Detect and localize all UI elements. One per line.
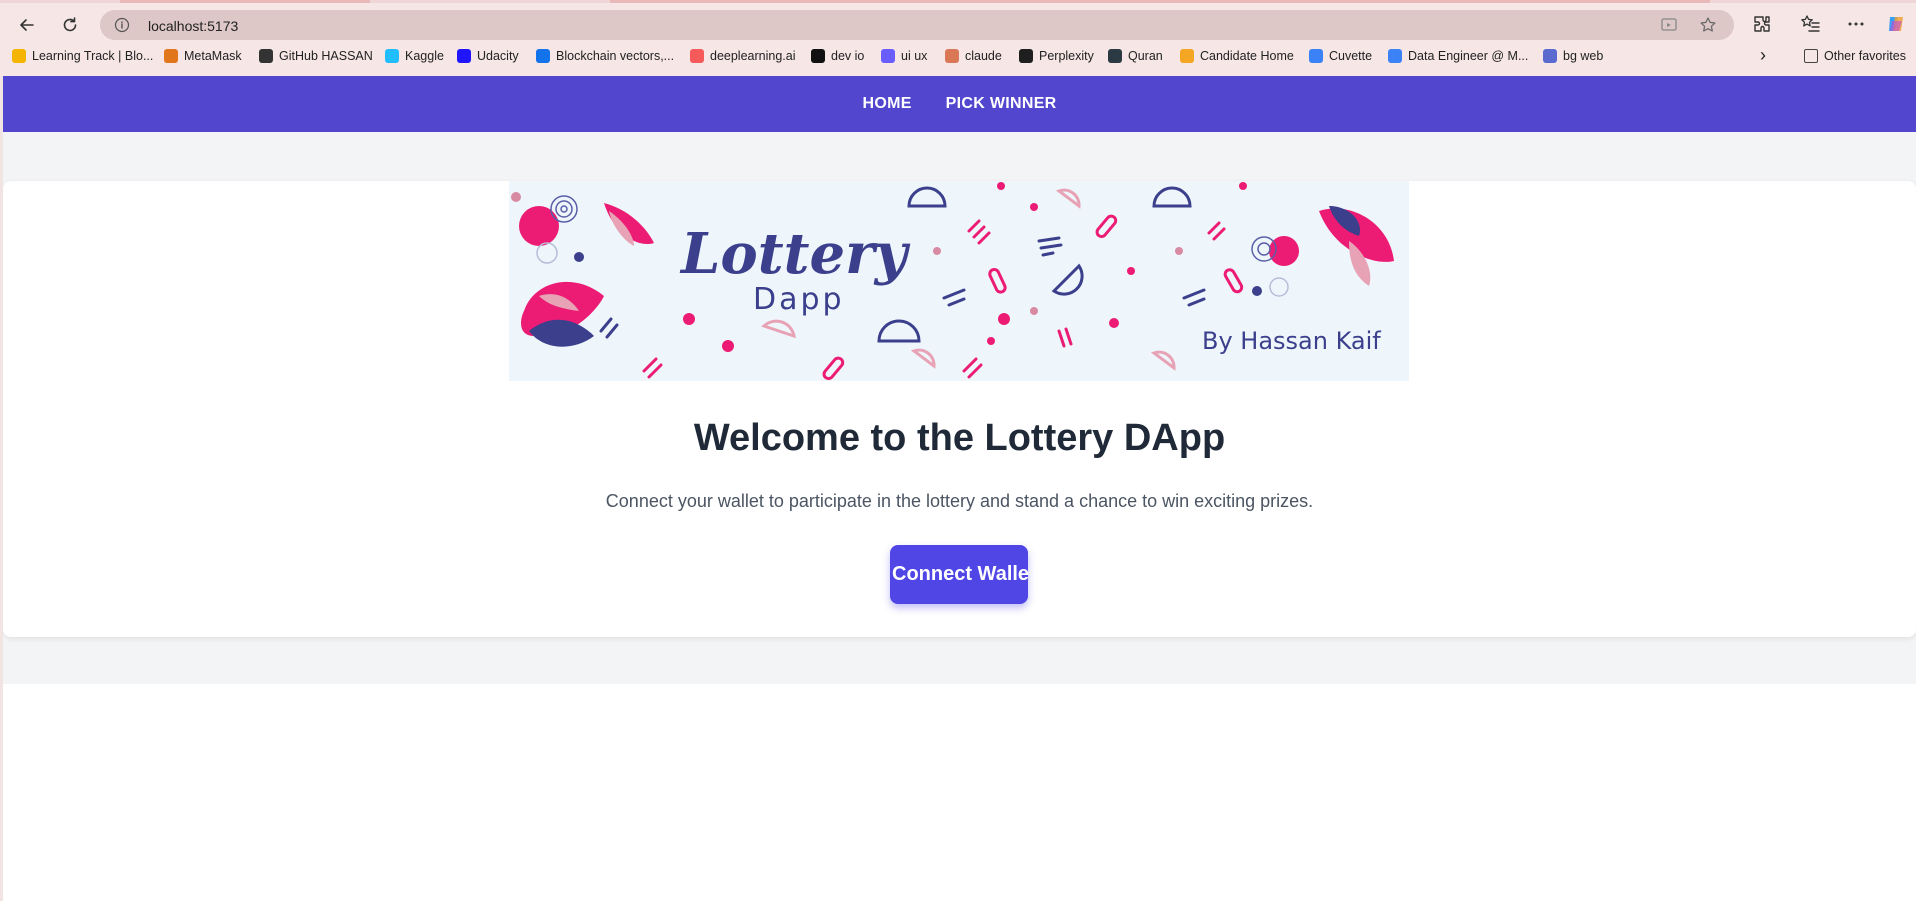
hash-icon bbox=[1543, 49, 1557, 63]
bookmark-item[interactable]: Quran bbox=[1108, 49, 1163, 63]
bookmark-item[interactable]: Learning Track | Blo... bbox=[12, 49, 153, 63]
bookmark-label: deeplearning.ai bbox=[710, 49, 796, 63]
deeplearning-icon bbox=[690, 49, 704, 63]
bookmark-label: Kaggle bbox=[405, 49, 444, 63]
bookmark-item[interactable]: dev io bbox=[811, 49, 864, 63]
extensions-icon[interactable] bbox=[1751, 13, 1773, 35]
favorites-icon[interactable] bbox=[1799, 13, 1821, 35]
reload-button[interactable] bbox=[55, 10, 85, 40]
bookmark-item[interactable]: deeplearning.ai bbox=[690, 49, 796, 63]
other-favorites-folder[interactable]: Other favorites bbox=[1804, 49, 1906, 63]
bookmark-item[interactable]: Cuvette bbox=[1309, 49, 1372, 63]
page-viewport: HOME PICK WINNER Lottery Dapp By Hassan … bbox=[3, 76, 1916, 901]
bookmark-label: Data Engineer @ M... bbox=[1408, 49, 1529, 63]
folder-icon bbox=[1804, 49, 1818, 63]
bookmark-label: ui ux bbox=[901, 49, 928, 63]
claude-icon bbox=[945, 49, 959, 63]
bookmark-item[interactable]: ui ux bbox=[881, 49, 927, 63]
bookmark-label: Udacity bbox=[477, 49, 519, 63]
browser-toolbar: localhost:5173 bbox=[0, 5, 1916, 41]
perplexity-icon bbox=[1019, 49, 1033, 63]
bookmark-item[interactable]: GitHub HASSAN bbox=[259, 49, 373, 63]
bookmarks-overflow-chevron-icon[interactable]: › bbox=[1760, 45, 1766, 66]
udacity-icon bbox=[457, 49, 471, 63]
lottery-banner-image: Lottery Dapp By Hassan Kaif bbox=[509, 181, 1409, 381]
bookmark-label: GitHub HASSAN bbox=[279, 49, 373, 63]
star-icon[interactable] bbox=[1699, 16, 1717, 34]
quran-icon bbox=[1108, 49, 1122, 63]
hero-card: Lottery Dapp By Hassan Kaif Welcome to t… bbox=[3, 181, 1916, 637]
more-options-icon[interactable] bbox=[1845, 13, 1867, 35]
site-info-icon[interactable] bbox=[114, 17, 130, 33]
bookmark-item[interactable]: Data Engineer @ M... bbox=[1388, 49, 1528, 63]
app-available-icon[interactable] bbox=[1660, 16, 1678, 34]
banner-title: Lottery bbox=[679, 221, 911, 287]
bookmark-label: Blockchain vectors,... bbox=[556, 49, 675, 63]
browser-chrome: localhost:5173 Learning Track | Blo... Me… bbox=[0, 0, 1916, 76]
top-navbar: HOME PICK WINNER bbox=[3, 76, 1916, 132]
chart-bars-icon bbox=[12, 49, 26, 63]
uiux-icon bbox=[881, 49, 895, 63]
bookmark-item[interactable]: Udacity bbox=[457, 49, 519, 63]
fox-icon bbox=[164, 49, 178, 63]
reload-icon bbox=[63, 17, 77, 32]
freepik-icon bbox=[536, 49, 550, 63]
bookmark-item[interactable]: Perplexity bbox=[1019, 49, 1094, 63]
welcome-heading: Welcome to the Lottery DApp bbox=[693, 417, 1226, 459]
kaggle-icon bbox=[385, 49, 399, 63]
doc-icon bbox=[1388, 49, 1402, 63]
workday-icon bbox=[1180, 49, 1194, 63]
nav-home-link[interactable]: HOME bbox=[862, 95, 911, 113]
bookmark-label: Quran bbox=[1128, 49, 1163, 63]
banner-subtitle: Dapp bbox=[753, 282, 845, 317]
nav-pick-winner-link[interactable]: PICK WINNER bbox=[946, 95, 1057, 113]
arrow-left-icon bbox=[20, 19, 34, 31]
bookmark-label: claude bbox=[965, 49, 1002, 63]
other-favorites-label: Other favorites bbox=[1824, 49, 1906, 63]
bookmark-item[interactable]: Kaggle bbox=[385, 49, 444, 63]
github-icon bbox=[259, 49, 273, 63]
bookmark-label: Perplexity bbox=[1039, 49, 1094, 63]
dev-icon bbox=[811, 49, 825, 63]
tab-strip bbox=[0, 0, 1916, 3]
bookmark-item[interactable]: Candidate Home bbox=[1180, 49, 1294, 63]
back-button[interactable] bbox=[12, 10, 42, 40]
banner-author: By Hassan Kaif bbox=[1202, 327, 1381, 355]
bookmark-label: Learning Track | Blo... bbox=[32, 49, 154, 63]
connect-wallet-button[interactable]: Connect Wallet bbox=[890, 545, 1028, 604]
bookmark-item[interactable]: Blockchain vectors,... bbox=[536, 49, 674, 63]
bookmark-item[interactable]: bg web bbox=[1543, 49, 1603, 63]
cuvette-icon bbox=[1309, 49, 1323, 63]
bookmark-label: dev io bbox=[831, 49, 865, 63]
address-bar[interactable]: localhost:5173 bbox=[100, 10, 1734, 40]
bookmark-label: bg web bbox=[1563, 49, 1604, 63]
bookmarks-bar: Learning Track | Blo... MetaMask GitHub HA… bbox=[0, 45, 1916, 70]
copilot-icon[interactable] bbox=[1885, 13, 1907, 35]
bookmark-label: Cuvette bbox=[1329, 49, 1373, 63]
bookmark-label: Candidate Home bbox=[1200, 49, 1294, 63]
url-text[interactable]: localhost:5173 bbox=[148, 18, 238, 34]
bookmark-item[interactable]: claude bbox=[945, 49, 1002, 63]
welcome-description: Connect your wallet to participate in th… bbox=[605, 491, 1314, 511]
bookmark-item[interactable]: MetaMask bbox=[164, 49, 242, 63]
bookmark-label: MetaMask bbox=[184, 49, 242, 63]
